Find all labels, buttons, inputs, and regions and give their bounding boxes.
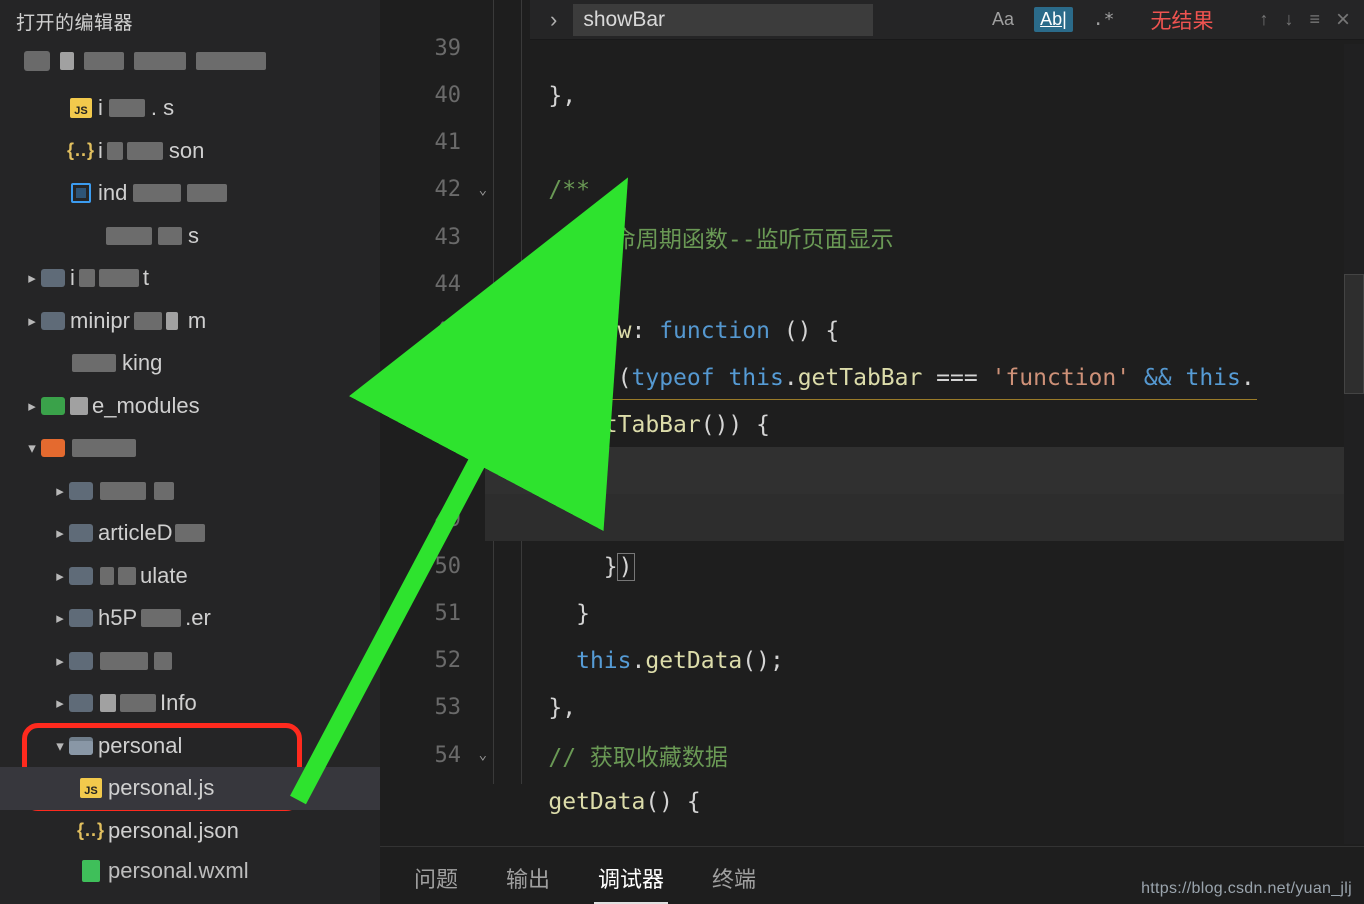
open-editor-entry[interactable] — [0, 45, 380, 77]
tree-file-personal-json[interactable]: {..}personal.json — [0, 810, 380, 853]
panel-tab-terminal[interactable]: 终端 — [708, 852, 760, 904]
find-whole-word[interactable]: Ab| — [1034, 7, 1073, 32]
file-tree: JSi. s {..}ison ind s ▸i t ▸minipr m kin… — [0, 83, 380, 904]
tree-file[interactable]: s — [0, 215, 380, 258]
tree-file-personal-wxml[interactable]: personal.wxml — [0, 850, 380, 893]
minimap[interactable] — [1344, 44, 1364, 844]
tree-folder-pages[interactable]: ▾ — [0, 427, 380, 470]
tree-folder[interactable]: ▸e_modules — [0, 385, 380, 428]
line-number: 50 — [380, 543, 485, 590]
find-prev-icon[interactable]: ↑ — [1259, 9, 1268, 30]
tree-file[interactable]: ind — [0, 172, 380, 215]
line-number: 42⌄ — [380, 166, 485, 213]
tree-folder[interactable]: ▸ — [0, 640, 380, 683]
explorer-sidebar: 打开的编辑器 JSi. s {..}ison ind s ▸i t ▸minip… — [0, 0, 380, 904]
find-expand-toggle[interactable]: › — [544, 7, 563, 33]
minimap-viewport[interactable] — [1344, 274, 1364, 394]
find-widget: › Aa Ab| .* 无结果 ↑ ↓ ≡ × — [530, 0, 1364, 40]
tree-folder[interactable]: ▸Info — [0, 682, 380, 725]
tree-file[interactable]: JSi. s — [0, 87, 380, 130]
line-number: 41 — [380, 119, 485, 166]
find-match-case[interactable]: Aa — [988, 7, 1018, 32]
open-editors-header: 打开的编辑器 — [0, 0, 380, 45]
tree-folder-personal[interactable]: ▾ personal — [0, 725, 380, 768]
tree-folder[interactable]: ▸ulate — [0, 555, 380, 598]
panel-tab-output[interactable]: 输出 — [502, 852, 554, 904]
line-number-gutter: 39 40 41 42⌄ 43 44 45⌄ 46⌄ 49 50 51 52 5… — [380, 0, 485, 844]
tree-folder[interactable]: king — [0, 342, 380, 385]
line-number: 39 — [380, 25, 485, 72]
find-regex[interactable]: .* — [1089, 7, 1119, 32]
tree-file-personal-js[interactable]: JSpersonal.js — [0, 767, 380, 810]
find-in-selection-icon[interactable]: ≡ — [1309, 9, 1320, 30]
tree-file[interactable]: {..}ison — [0, 130, 380, 173]
line-number: 46⌄ — [380, 355, 485, 402]
line-number: 40 — [380, 72, 485, 119]
line-number: 51 — [380, 590, 485, 637]
tree-folder[interactable]: ▸minipr m — [0, 300, 380, 343]
panel-tab-problems[interactable]: 问题 — [410, 852, 462, 904]
line-number — [380, 449, 485, 496]
find-input[interactable] — [573, 4, 873, 36]
line-number: 53 — [380, 684, 485, 731]
tree-folder[interactable]: ▸h5P.er — [0, 597, 380, 640]
line-number: 45⌄ — [380, 308, 485, 355]
find-next-icon[interactable]: ↓ — [1284, 9, 1293, 30]
line-number: 44 — [380, 261, 485, 308]
tree-folder[interactable]: ▸articleD — [0, 512, 380, 555]
tree-folder[interactable]: ▸ — [0, 470, 380, 513]
line-number — [380, 402, 485, 449]
line-number: 54⌄ — [380, 732, 485, 779]
watermark-text: https://blog.csdn.net/yuan_jlj — [1141, 880, 1352, 898]
line-number: 43 — [380, 213, 485, 260]
line-number: 49 — [380, 496, 485, 543]
panel-tab-debugger[interactable]: 调试器 — [594, 852, 668, 904]
line-number: 52 — [380, 637, 485, 684]
find-close-icon[interactable]: × — [1336, 6, 1350, 34]
find-no-result: 无结果 — [1150, 5, 1213, 35]
tree-folder[interactable]: ▸i t — [0, 257, 380, 300]
editor-pane: › Aa Ab| .* 无结果 ↑ ↓ ≡ × 39 40 41 42⌄ 43 — [380, 0, 1364, 904]
code-content[interactable]: } }, /** * 生命周期函数--监听页面显示 */ onShow: fun… — [485, 0, 1364, 844]
